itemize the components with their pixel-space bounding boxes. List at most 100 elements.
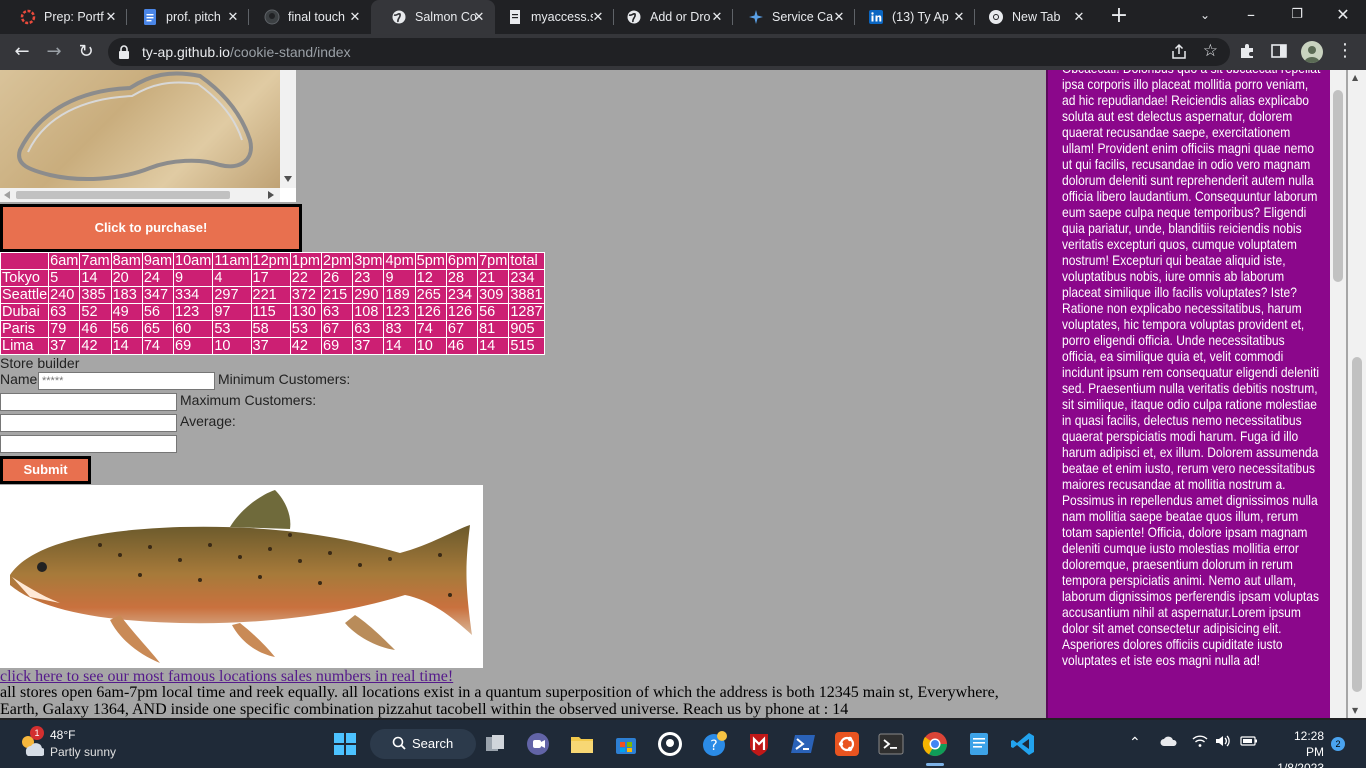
close-icon[interactable]: ✕ — [103, 9, 119, 25]
table-cell: 58 — [250, 320, 291, 338]
scroll-thumb[interactable] — [1333, 90, 1343, 282]
table-cell: 42 — [289, 337, 323, 355]
close-window-button[interactable]: ✕ — [1320, 0, 1366, 30]
min-customers-label: Minimum Customers: — [218, 371, 351, 387]
wifi-icon[interactable] — [1192, 734, 1208, 751]
table-row: Paris 79 46 56 65 60 53 58 53 67 63 83 74 67 81 905 — [0, 320, 545, 338]
close-icon[interactable]: ✕ — [709, 9, 725, 25]
share-icon[interactable] — [1170, 43, 1188, 61]
url-text: ty-ap.github.io/cookie-stand/index — [142, 44, 351, 60]
github-desktop-icon[interactable] — [656, 730, 684, 758]
new-tab-button[interactable]: + — [1108, 5, 1130, 28]
chrome-taskbar-icon[interactable] — [921, 730, 949, 758]
forward-arrow-icon[interactable]: → — [42, 40, 66, 64]
table-header-row: 6am 7am 8am 9am 10am 11am 12pm 1pm 2pm 3pm 4pm 5pm 6… — [0, 252, 545, 270]
tab-strip: Prep: Portf ✕ prof. pitch ✕ final touch … — [0, 0, 1366, 34]
notepad-icon[interactable] — [965, 730, 993, 758]
close-icon[interactable]: ✕ — [347, 9, 363, 25]
task-view-icon[interactable] — [481, 730, 509, 758]
reload-icon[interactable]: ↻ — [74, 40, 98, 64]
close-icon[interactable]: ✕ — [471, 9, 487, 25]
vscode-icon[interactable] — [1009, 730, 1037, 758]
tab-service-catalog[interactable]: Service Ca ✕ — [728, 0, 855, 34]
back-arrow-icon[interactable]: ← — [10, 40, 34, 64]
submit-button[interactable]: Submit — [0, 456, 91, 484]
restore-button[interactable]: ❐ — [1274, 0, 1320, 30]
scroll-down-arrow-icon[interactable]: ▼ — [1352, 706, 1358, 715]
chevron-up-icon[interactable]: ⌃ — [1129, 734, 1141, 751]
scroll-thumb[interactable] — [1352, 357, 1362, 692]
ubuntu-icon[interactable] — [833, 730, 861, 758]
tab-add-or-drop[interactable]: Add or Dro ✕ — [606, 0, 733, 34]
close-icon[interactable]: ✕ — [951, 9, 967, 25]
mcafee-icon[interactable] — [745, 730, 773, 758]
windows-start-icon[interactable] — [331, 730, 359, 758]
address-bar[interactable]: ty-ap.github.io/cookie-stand/index ☆ — [108, 38, 1230, 66]
table-row-label: Paris — [0, 320, 50, 338]
tab-final-touch[interactable]: final touch ✕ — [244, 0, 371, 34]
powershell-icon[interactable] — [789, 730, 817, 758]
taskbar-search[interactable]: Search — [370, 729, 476, 759]
tab-search-chevron-icon[interactable]: ⌄ — [1182, 0, 1228, 30]
scroll-thumb[interactable] — [16, 191, 230, 199]
scroll-up-arrow-icon[interactable]: ▲ — [1352, 73, 1358, 82]
table-cell: 46 — [445, 337, 479, 355]
max-customers-input[interactable] — [0, 414, 177, 432]
image-vertical-scrollbar[interactable] — [280, 70, 296, 188]
average-input[interactable] — [0, 435, 177, 453]
volume-icon[interactable] — [1215, 734, 1231, 751]
teams-chat-icon[interactable] — [524, 730, 552, 758]
more-menu-icon[interactable]: ⋮ — [1336, 40, 1354, 61]
table-cell: 37 — [48, 337, 81, 355]
min-customers-input[interactable] — [0, 393, 177, 411]
tab-salmon-cookies[interactable]: Salmon Co ✕ — [371, 0, 495, 34]
table-cell: 123 — [173, 303, 214, 321]
tab-new-tab[interactable]: New Tab ✕ — [968, 0, 1095, 34]
page-scrollbar[interactable]: ▲ ▼ — [1348, 70, 1366, 718]
tab-prep-portfolio[interactable]: Prep: Portf ✕ — [0, 0, 127, 34]
ms-store-icon[interactable] — [612, 730, 640, 758]
table-cell: 37 — [250, 337, 291, 355]
table-cell: 49 — [110, 303, 143, 321]
tab-linkedin[interactable]: (13) Ty Ap ✕ — [848, 0, 975, 34]
close-icon[interactable]: ✕ — [831, 9, 847, 25]
side-panel-icon[interactable] — [1270, 42, 1290, 62]
aside-scrollbar[interactable] — [1330, 70, 1346, 718]
table-cell: 53 — [212, 320, 252, 338]
close-icon[interactable]: ✕ — [225, 9, 241, 25]
table-cell: 189 — [383, 286, 416, 304]
table-cell: 23 — [352, 269, 385, 287]
image-horizontal-scrollbar[interactable] — [0, 188, 280, 202]
system-clock[interactable]: 12:28 PM 1/8/2023 — [1276, 728, 1324, 768]
table-cell: 56 — [110, 320, 143, 338]
terminal-icon[interactable] — [877, 730, 905, 758]
profile-avatar[interactable] — [1301, 41, 1323, 63]
table-cell: 4 — [212, 269, 252, 287]
weather-desc: Partly sunny — [50, 745, 117, 759]
table-cell: 74 — [414, 320, 447, 338]
average-label: Average: — [180, 413, 236, 429]
file-explorer-icon[interactable] — [568, 730, 596, 758]
help-icon[interactable]: ? — [700, 730, 728, 758]
extensions-puzzle-icon[interactable] — [1238, 42, 1258, 62]
table-cell: 63 — [352, 320, 385, 338]
table-cell: 905 — [508, 320, 545, 338]
name-input[interactable] — [38, 372, 215, 390]
onedrive-icon[interactable] — [1160, 734, 1178, 751]
tab-prof-pitch[interactable]: prof. pitch ✕ — [122, 0, 249, 34]
table-header-cell: 11am — [212, 252, 252, 270]
table-cell: 63 — [48, 303, 81, 321]
table-cell: 14 — [477, 337, 510, 355]
notification-badge[interactable]: 2 — [1331, 737, 1345, 751]
table-row-label: Lima — [0, 337, 50, 355]
purchase-button[interactable]: Click to purchase! — [0, 204, 302, 252]
battery-icon[interactable] — [1240, 734, 1258, 751]
tab-myaccess[interactable]: myaccess.s ✕ — [487, 0, 614, 34]
bookmark-star-icon[interactable]: ☆ — [1203, 41, 1218, 61]
table-cell: 65 — [141, 320, 175, 338]
close-icon[interactable]: ✕ — [1071, 9, 1087, 25]
minimize-button[interactable]: – — [1228, 0, 1274, 30]
doc-icon — [507, 9, 523, 25]
svg-text:?: ? — [710, 738, 717, 754]
close-icon[interactable]: ✕ — [590, 9, 606, 25]
